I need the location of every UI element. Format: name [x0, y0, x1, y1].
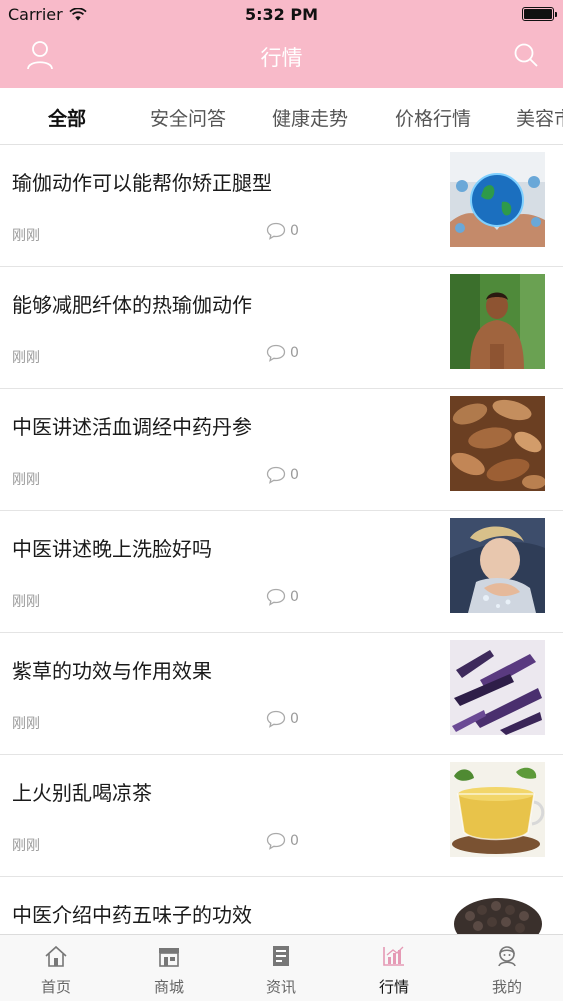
home-icon [45, 945, 67, 967]
list-item[interactable]: 紫草的功效与作用效果 刚刚 0 [0, 633, 563, 755]
tabbar-home[interactable]: 首页 [0, 935, 112, 1001]
category-tabs: 全部 安全问答 健康走势 价格行情 美容市 [0, 88, 563, 145]
comment-count: 0 [266, 222, 299, 240]
article-title: 中医讲述活血调经中药丹参 [12, 415, 252, 439]
battery-icon [522, 7, 557, 21]
comment-count: 0 [266, 344, 299, 362]
article-list: 瑜伽动作可以能帮你矫正腿型 刚刚 0 能够减肥纤体的热瑜伽动作 刚刚 0 中医讲… [0, 145, 563, 999]
list-item[interactable]: 中医讲述晚上洗脸好吗 刚刚 0 [0, 511, 563, 633]
comment-icon [266, 832, 286, 850]
chart-icon [383, 946, 404, 966]
tabbar-profile[interactable]: 我的 [451, 935, 563, 1001]
search-icon[interactable] [513, 42, 539, 68]
tabbar-home-label: 首页 [40, 978, 71, 996]
comment-count-value: 0 [290, 833, 299, 849]
bottom-tab-bar: 首页 商城 资讯 行情 我的 [0, 934, 563, 1001]
comment-count-value: 0 [290, 711, 299, 727]
comment-count: 0 [266, 466, 299, 484]
comment-count: 0 [266, 588, 299, 606]
tab-all[interactable]: 全部 [48, 104, 86, 131]
purple-gromwell-herb-image [450, 640, 545, 735]
article-title: 紫草的功效与作用效果 [12, 659, 212, 683]
comment-count-value: 0 [290, 223, 299, 239]
tabbar-profile-label: 我的 [491, 978, 522, 996]
comment-icon [266, 466, 286, 484]
status-time: 5:32 PM [244, 5, 318, 24]
comment-count: 0 [266, 832, 299, 850]
list-item[interactable]: 能够减肥纤体的热瑜伽动作 刚刚 0 [0, 267, 563, 389]
page-title: 行情 [260, 46, 303, 70]
profile-icon [498, 946, 516, 967]
list-item[interactable]: 中医讲述活血调经中药丹参 刚刚 0 [0, 389, 563, 511]
article-time: 刚刚 [12, 472, 40, 488]
globe-in-hands-image [450, 152, 545, 247]
article-time: 刚刚 [12, 838, 40, 854]
article-time: 刚刚 [12, 350, 40, 366]
news-icon [273, 946, 289, 966]
article-title: 中医讲述晚上洗脸好吗 [12, 537, 212, 561]
top-bar: Carrier 5:32 PM 行情 [0, 0, 563, 88]
tabbar-market[interactable]: 行情 [338, 935, 450, 1001]
comment-count-value: 0 [290, 589, 299, 605]
dried-danshen-root-image [450, 396, 545, 491]
woman-washing-face-image [450, 518, 545, 613]
tab-price-market[interactable]: 价格行情 [395, 104, 471, 131]
comment-count-value: 0 [290, 467, 299, 483]
article-thumbnail[interactable] [450, 640, 545, 735]
article-title: 上火别乱喝凉茶 [12, 781, 152, 805]
article-time: 刚刚 [12, 594, 40, 610]
article-thumbnail[interactable] [450, 762, 545, 857]
list-item[interactable]: 上火别乱喝凉茶 刚刚 0 [0, 755, 563, 877]
tabbar-store-label: 商城 [153, 978, 184, 996]
comment-icon [266, 588, 286, 606]
article-title: 中医介绍中药五味子的功效 [12, 903, 252, 927]
article-title: 瑜伽动作可以能帮你矫正腿型 [12, 171, 272, 195]
article-thumbnail[interactable] [450, 274, 545, 369]
article-title: 能够减肥纤体的热瑜伽动作 [12, 293, 252, 317]
article-thumbnail[interactable] [450, 518, 545, 613]
tab-health-trend[interactable]: 健康走势 [272, 104, 348, 131]
article-time: 刚刚 [12, 716, 40, 732]
tab-beauty[interactable]: 美容市 [516, 104, 563, 131]
shirtless-man-image [450, 274, 545, 369]
list-item[interactable]: 瑜伽动作可以能帮你矫正腿型 刚刚 0 [0, 145, 563, 267]
herbal-tea-cup-image [450, 762, 545, 857]
comment-icon [266, 710, 286, 728]
tabbar-store[interactable]: 商城 [113, 935, 225, 1001]
article-thumbnail[interactable] [450, 396, 545, 491]
tabbar-news-label: 资讯 [265, 978, 296, 996]
comment-icon [266, 222, 286, 240]
article-thumbnail[interactable] [450, 152, 545, 247]
tabbar-news[interactable]: 资讯 [225, 935, 337, 1001]
tabbar-market-label: 行情 [378, 978, 409, 996]
comment-count-value: 0 [290, 345, 299, 361]
store-icon [159, 948, 179, 967]
comment-icon [266, 344, 286, 362]
status-bar: Carrier 5:32 PM [0, 0, 563, 30]
tab-safety-qa[interactable]: 安全问答 [150, 104, 226, 131]
comment-count: 0 [266, 710, 299, 728]
article-time: 刚刚 [12, 228, 40, 244]
